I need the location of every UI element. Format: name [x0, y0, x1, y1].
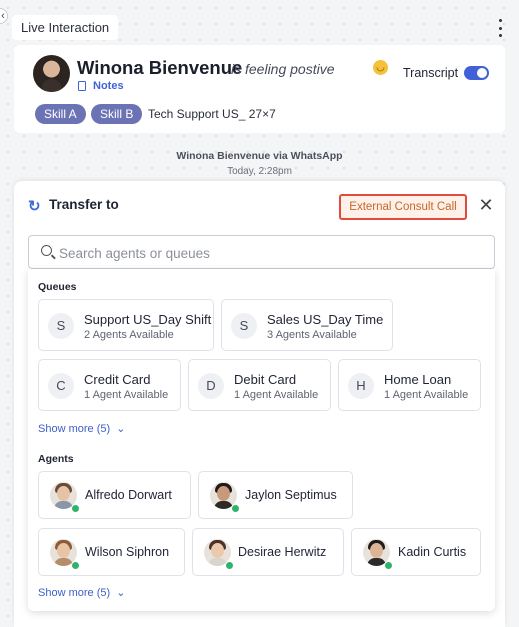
online-status-dot — [71, 561, 80, 570]
agent-card[interactable]: Kadin Curtis — [351, 528, 481, 576]
transcript-toggle[interactable] — [464, 66, 489, 80]
search-box[interactable] — [28, 235, 495, 269]
transfer-panel: ↻ Transfer to External Consult Call ✕ Qu… — [14, 181, 505, 627]
agent-name: Wilson Siphron — [85, 545, 170, 559]
transcript-label: Transcript — [403, 66, 459, 80]
show-more-label: Show more (5) — [38, 587, 111, 599]
queue-availability: 1 Agent Available — [234, 389, 319, 401]
online-status-dot — [231, 504, 240, 513]
queue-initial: C — [48, 373, 74, 399]
queue-card[interactable]: H Home Loan 1 Agent Available — [338, 359, 481, 411]
queue-initial: S — [48, 313, 74, 339]
queue-availability: 1 Agent Available — [384, 389, 469, 401]
customer-sentiment: is feeling postive — [231, 61, 335, 77]
queue-initial: H — [348, 373, 374, 399]
transfer-icon: ↻ — [28, 198, 41, 215]
queue-card[interactable]: C Credit Card 1 Agent Available — [38, 359, 181, 411]
conversation-source: Winona Bienvenue via WhatsApp — [176, 150, 343, 162]
queue-availability: 3 Agents Available — [267, 329, 357, 341]
notes-link[interactable]: Notes — [93, 80, 124, 92]
agent-name: Alfredo Dorwart — [85, 488, 172, 502]
agents-show-more-link[interactable]: Show more (5) ⌄ — [38, 586, 125, 599]
queue-name: Support US_Day Shift — [84, 312, 212, 327]
agents-heading: Agents — [38, 453, 74, 465]
queue-initial: D — [198, 373, 224, 399]
customer-name: Winona Bienvenue — [77, 57, 243, 78]
online-status-dot — [225, 561, 234, 570]
online-status-dot — [384, 561, 393, 570]
agent-name: Jaylon Septimus — [245, 488, 337, 502]
search-results-dropdown: Queues S Support US_Day Shift 2 Agents A… — [28, 269, 495, 611]
more-options-icon[interactable] — [492, 19, 508, 37]
customer-card: Winona Bienvenue is feeling postive ◡ Tr… — [14, 45, 505, 133]
chevron-left-icon: ‹ — [1, 10, 5, 22]
queue-name: Sales US_Day Time — [267, 312, 384, 327]
skill-badge: Skill B — [91, 104, 143, 124]
customer-avatar — [33, 55, 70, 92]
queue-name: Credit Card — [84, 372, 151, 387]
live-interaction-tab[interactable]: Live Interaction — [12, 15, 119, 40]
queue-availability: 2 Agents Available — [84, 329, 174, 341]
external-consult-call-button[interactable]: External Consult Call — [339, 194, 467, 220]
skill-badge: Skill A — [35, 104, 86, 124]
conversation-time: Today, 2:28pm — [227, 166, 292, 177]
queue-card[interactable]: S Support US_Day Shift 2 Agents Availabl… — [38, 299, 214, 351]
agent-name: Desirae Herwitz — [238, 545, 327, 559]
agent-card[interactable]: Jaylon Septimus — [198, 471, 353, 519]
queues-show-more-link[interactable]: Show more (5) ⌄ — [38, 422, 125, 435]
queue-name: Debit Card — [234, 372, 297, 387]
queue-card[interactable]: S Sales US_Day Time 3 Agents Available — [221, 299, 393, 351]
agent-card[interactable]: Wilson Siphron — [38, 528, 185, 576]
search-input[interactable] — [59, 244, 479, 262]
queues-heading: Queues — [38, 281, 77, 293]
queue-name: Home Loan — [384, 372, 452, 387]
search-icon — [41, 245, 52, 256]
agent-name: Kadin Curtis — [398, 545, 467, 559]
queue-initial: S — [231, 313, 257, 339]
chevron-down-icon: ⌄ — [116, 587, 126, 599]
back-button[interactable]: ‹ — [0, 8, 8, 24]
queue-availability: 1 Agent Available — [84, 389, 169, 401]
queue-info: Tech Support US_ 27×7 — [148, 107, 276, 121]
chevron-down-icon: ⌄ — [116, 423, 126, 435]
notes-icon[interactable] — [78, 81, 86, 91]
agent-card[interactable]: Desirae Herwitz — [192, 528, 344, 576]
agent-card[interactable]: Alfredo Dorwart — [38, 471, 191, 519]
show-more-label: Show more (5) — [38, 423, 111, 435]
close-icon[interactable]: ✕ — [478, 196, 494, 214]
online-status-dot — [71, 504, 80, 513]
smirk-emoji-icon: ◡ — [373, 60, 388, 75]
transfer-title: Transfer to — [49, 197, 119, 212]
queue-card[interactable]: D Debit Card 1 Agent Available — [188, 359, 331, 411]
